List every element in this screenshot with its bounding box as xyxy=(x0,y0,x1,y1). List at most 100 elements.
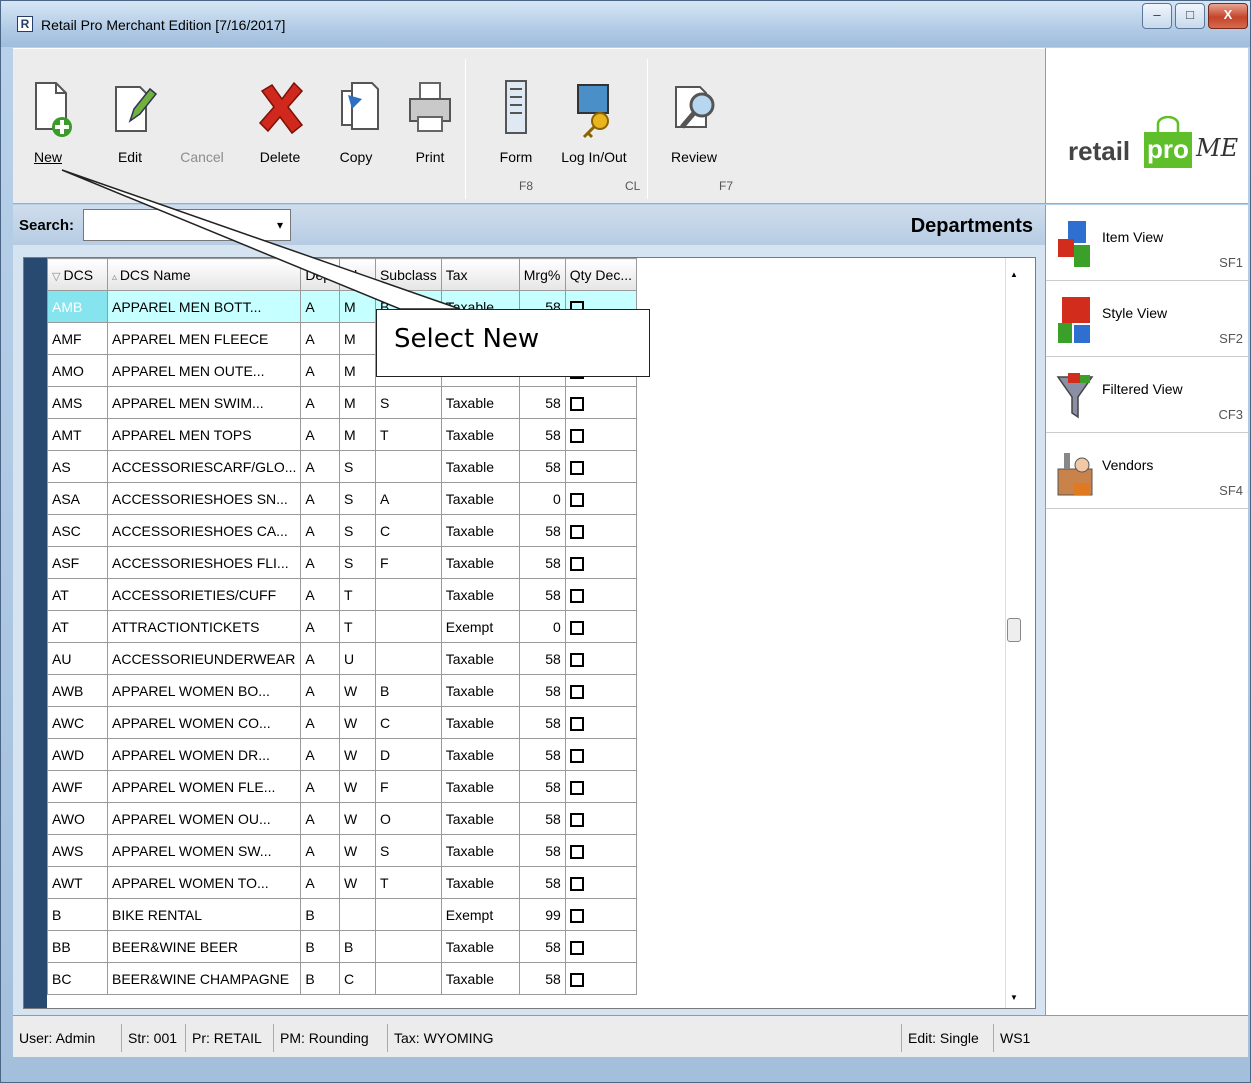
qty-dec-checkbox[interactable] xyxy=(569,780,584,795)
cell-dcs[interactable]: AMS xyxy=(47,386,108,419)
cell-dcs[interactable]: AWF xyxy=(47,770,108,803)
cell-tax[interactable]: Taxable xyxy=(440,706,520,739)
cell-subclass[interactable] xyxy=(374,898,442,931)
cell-class[interactable]: W xyxy=(338,770,376,803)
table-row[interactable]: AWB APPAREL WOMEN BO... A W B Taxable 58 xyxy=(47,674,638,707)
cell-class[interactable]: B xyxy=(338,930,376,963)
scroll-up-icon[interactable]: ▲ xyxy=(1010,270,1018,279)
cell-dept[interactable]: A xyxy=(300,482,340,515)
table-row[interactable]: B BIKE RENTAL B Exempt 99 xyxy=(47,898,638,931)
cell-tax[interactable]: Taxable xyxy=(440,514,520,547)
cell-margin[interactable]: 58 xyxy=(518,738,566,771)
cell-class[interactable]: S xyxy=(338,450,376,483)
column-header-dcs-name[interactable]: ▵ DCS Name xyxy=(106,258,302,291)
cell-dcs[interactable]: AMT xyxy=(47,418,108,451)
cell-class[interactable]: M xyxy=(338,290,376,323)
cell-qty-dec[interactable] xyxy=(564,674,638,707)
cell-dcs-name[interactable]: BIKE RENTAL xyxy=(106,898,302,931)
cell-class[interactable]: W xyxy=(338,834,376,867)
scrollbar-thumb[interactable] xyxy=(1007,618,1021,642)
cell-dcs-name[interactable]: APPAREL MEN SWIM... xyxy=(106,386,302,419)
cell-dcs[interactable]: AU xyxy=(47,642,108,675)
cell-dcs[interactable]: AWS xyxy=(47,834,108,867)
cell-margin[interactable]: 58 xyxy=(518,418,566,451)
qty-dec-checkbox[interactable] xyxy=(569,428,584,443)
cell-dcs-name[interactable]: APPAREL MEN BOTT... xyxy=(106,290,302,323)
qty-dec-checkbox[interactable] xyxy=(569,396,584,411)
cell-dcs[interactable]: B xyxy=(47,898,108,931)
cell-subclass[interactable] xyxy=(374,642,442,675)
cell-dcs-name[interactable]: APPAREL MEN FLEECE xyxy=(106,322,302,355)
column-header-dept[interactable]: Dept xyxy=(300,258,340,291)
cell-subclass[interactable]: C xyxy=(374,706,442,739)
cell-qty-dec[interactable] xyxy=(564,386,638,419)
cell-class[interactable]: M xyxy=(338,418,376,451)
qty-dec-checkbox[interactable] xyxy=(569,844,584,859)
form-button[interactable]: Form F8 xyxy=(483,77,549,193)
cell-class[interactable] xyxy=(338,898,376,931)
qty-dec-checkbox[interactable] xyxy=(569,492,584,507)
cell-dcs-name[interactable]: ACCESSORIETIES/CUFF xyxy=(106,578,302,611)
cell-tax[interactable]: Taxable xyxy=(440,450,520,483)
qty-dec-checkbox[interactable] xyxy=(569,876,584,891)
cell-dcs[interactable]: AMO xyxy=(47,354,108,387)
search-combobox[interactable]: ▾ xyxy=(83,209,291,241)
cell-subclass[interactable] xyxy=(374,578,442,611)
side-item-filtered-view[interactable]: Filtered View CF3 xyxy=(1046,357,1249,433)
cell-subclass[interactable]: B xyxy=(374,674,442,707)
cell-dept[interactable]: A xyxy=(300,706,340,739)
cell-dept[interactable]: A xyxy=(300,450,340,483)
cell-qty-dec[interactable] xyxy=(564,450,638,483)
qty-dec-checkbox[interactable] xyxy=(569,684,584,699)
cell-subclass[interactable]: T xyxy=(374,418,442,451)
cell-dept[interactable]: A xyxy=(300,738,340,771)
cell-dcs[interactable]: ASA xyxy=(47,482,108,515)
cell-dcs[interactable]: AWD xyxy=(47,738,108,771)
cell-dcs-name[interactable]: APPAREL WOMEN DR... xyxy=(106,738,302,771)
cell-dept[interactable]: B xyxy=(300,962,340,995)
cell-margin[interactable]: 58 xyxy=(518,930,566,963)
cell-qty-dec[interactable] xyxy=(564,610,638,643)
cell-qty-dec[interactable] xyxy=(564,482,638,515)
qty-dec-checkbox[interactable] xyxy=(569,556,584,571)
cell-subclass[interactable]: O xyxy=(374,802,442,835)
cell-tax[interactable]: Taxable xyxy=(440,930,520,963)
cell-class[interactable]: M xyxy=(338,354,376,387)
cell-dept[interactable]: A xyxy=(300,290,340,323)
cell-dept[interactable]: A xyxy=(300,354,340,387)
cell-qty-dec[interactable] xyxy=(564,546,638,579)
cell-margin[interactable]: 58 xyxy=(518,578,566,611)
copy-button[interactable]: Copy xyxy=(323,77,389,165)
qty-dec-checkbox[interactable] xyxy=(569,620,584,635)
cell-dcs-name[interactable]: APPAREL WOMEN FLE... xyxy=(106,770,302,803)
cell-dcs-name[interactable]: BEER&WINE BEER xyxy=(106,930,302,963)
cell-dcs-name[interactable]: APPAREL WOMEN TO... xyxy=(106,866,302,899)
qty-dec-checkbox[interactable] xyxy=(569,588,584,603)
table-row[interactable]: AMS APPAREL MEN SWIM... A M S Taxable 58 xyxy=(47,386,638,419)
cell-subclass[interactable]: F xyxy=(374,546,442,579)
table-row[interactable]: AWD APPAREL WOMEN DR... A W D Taxable 58 xyxy=(47,738,638,771)
cell-class[interactable]: W xyxy=(338,706,376,739)
cell-dcs-name[interactable]: APPAREL WOMEN CO... xyxy=(106,706,302,739)
cell-tax[interactable]: Taxable xyxy=(440,578,520,611)
cell-dcs[interactable]: ASC xyxy=(47,514,108,547)
cell-tax[interactable]: Taxable xyxy=(440,866,520,899)
cell-dcs[interactable]: ASF xyxy=(47,546,108,579)
cell-subclass[interactable] xyxy=(374,610,442,643)
cell-class[interactable]: T xyxy=(338,610,376,643)
side-item-vendors[interactable]: Vendors SF4 xyxy=(1046,433,1249,509)
cell-margin[interactable]: 58 xyxy=(518,834,566,867)
table-row[interactable]: BB BEER&WINE BEER B B Taxable 58 xyxy=(47,930,638,963)
cell-dcs[interactable]: AMF xyxy=(47,322,108,355)
cell-dcs-name[interactable]: ACCESSORIESHOES CA... xyxy=(106,514,302,547)
cell-dept[interactable]: A xyxy=(300,642,340,675)
new-button[interactable]: New xyxy=(15,77,81,165)
cell-margin[interactable]: 0 xyxy=(518,482,566,515)
edit-button[interactable]: Edit xyxy=(97,77,163,165)
review-button[interactable]: Review F7 xyxy=(661,77,733,193)
cell-dept[interactable]: A xyxy=(300,514,340,547)
qty-dec-checkbox[interactable] xyxy=(569,812,584,827)
cell-tax[interactable]: Taxable xyxy=(440,642,520,675)
cell-dcs[interactable]: BB xyxy=(47,930,108,963)
cell-margin[interactable]: 58 xyxy=(518,450,566,483)
